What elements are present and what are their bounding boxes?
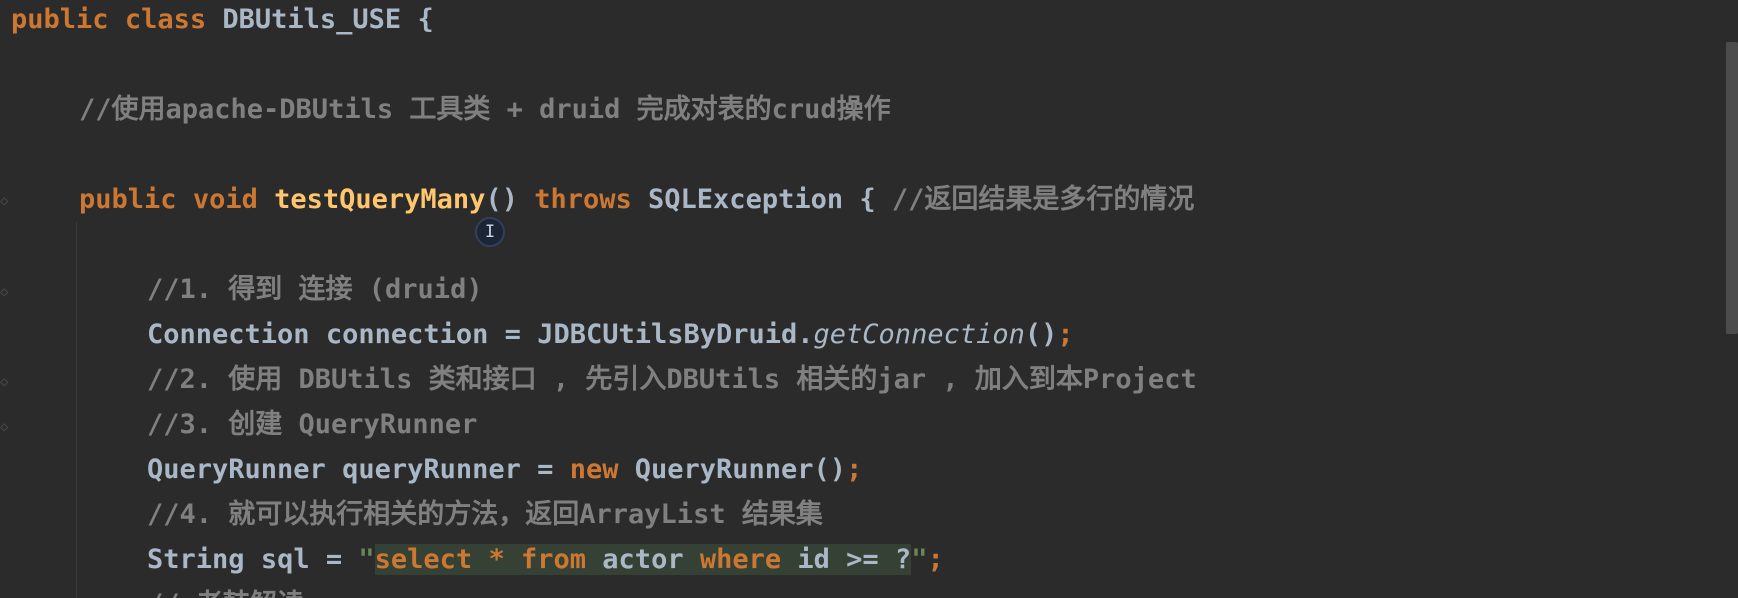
code-line-10[interactable]: String sql = "select * from actor where … (147, 540, 944, 580)
method-call: getConnection (813, 319, 1025, 350)
sql-injected-fragment: select * from actor where id >= ? (374, 544, 912, 575)
variable-name: queryRunner (342, 454, 521, 485)
code-line-5[interactable]: Connection connection = JDBCUtilsByDruid… (147, 315, 1074, 355)
variable-name: connection (325, 319, 489, 350)
type-name: String (147, 544, 245, 575)
parens: () (1024, 319, 1058, 350)
comment: //4. 就可以执行相关的方法，返回ArrayList 结果集 (147, 499, 823, 530)
code-line-11[interactable]: // 老韩解读 (147, 585, 304, 598)
string-quote-open: " (358, 544, 375, 575)
sql-star: * (488, 544, 505, 575)
indent-guide (76, 222, 77, 598)
keyword-void: void (192, 184, 258, 215)
code-line-4[interactable]: //1. 得到 连接 (druid) (147, 270, 483, 310)
keyword-public: public (11, 4, 109, 35)
string-quote-close: " (911, 544, 928, 575)
comment: // 老韩解读 (147, 589, 304, 598)
keyword-throws: throws (534, 184, 632, 215)
fold-marker-icon[interactable]: ◇ (0, 373, 9, 391)
sql-keyword-select: select (374, 544, 473, 575)
class-name: DBUtils_USE (222, 4, 402, 35)
code-line-3[interactable]: public void testQueryMany() throws SQLEx… (79, 180, 1194, 220)
scrollbar-thumb[interactable] (1726, 42, 1738, 334)
assign-operator: = (537, 454, 554, 485)
code-line-1[interactable]: public class DBUtils_USE { (11, 0, 434, 40)
fold-marker-icon[interactable]: ◇ (0, 418, 9, 436)
assign-operator: = (504, 319, 521, 350)
method-name: testQueryMany (274, 184, 486, 215)
comment: //1. 得到 连接 (druid) (147, 274, 483, 305)
code-line-6[interactable]: //2. 使用 DBUtils 类和接口 , 先引入DBUtils 相关的jar… (147, 360, 1197, 400)
class-reference: JDBCUtilsByDruid. (537, 319, 814, 350)
sql-condition: id >= ? (797, 544, 912, 575)
comment: //2. 使用 DBUtils 类和接口 , 先引入DBUtils 相关的jar… (147, 364, 1197, 395)
comment: //3. 创建 QueryRunner (147, 409, 478, 440)
constructor-call: QueryRunner() (634, 454, 847, 485)
fold-marker-icon[interactable]: ◇ (0, 283, 9, 301)
code-line-8[interactable]: QueryRunner queryRunner = new QueryRunne… (147, 450, 862, 490)
keyword-class: class (124, 4, 207, 35)
open-brace: { (859, 184, 876, 215)
code-editor[interactable]: ◇ ◇ ◇ ◇ public class DBUtils_USE { //使用a… (0, 0, 1738, 598)
fold-marker-icon[interactable]: ◇ (0, 192, 9, 210)
type-name: QueryRunner (147, 454, 326, 485)
code-line-2[interactable]: //使用apache-DBUtils 工具类 + druid 完成对表的crud… (79, 90, 891, 130)
exception-type: SQLException (648, 184, 844, 215)
type-name: Connection (147, 319, 310, 350)
text-cursor-icon: I (475, 217, 505, 247)
keyword-public: public (79, 184, 177, 215)
comment: //返回结果是多行的情况 (891, 184, 1195, 215)
semicolon: ; (927, 544, 944, 575)
semicolon: ; (1057, 319, 1074, 350)
assign-operator: = (325, 544, 343, 575)
parens: () (485, 184, 518, 215)
comment: //使用apache-DBUtils 工具类 + druid 完成对表的crud… (79, 94, 891, 125)
sql-keyword-from: from (521, 544, 587, 575)
variable-name: sql (260, 544, 310, 575)
semicolon: ; (846, 454, 863, 485)
code-line-9[interactable]: //4. 就可以执行相关的方法，返回ArrayList 结果集 (147, 495, 823, 535)
code-line-7[interactable]: //3. 创建 QueryRunner (147, 405, 477, 445)
sql-table-name: actor (602, 544, 684, 575)
open-brace: { (417, 4, 434, 35)
vertical-scrollbar[interactable] (1724, 0, 1738, 598)
keyword-new: new (569, 454, 619, 485)
sql-keyword-where: where (699, 544, 782, 575)
